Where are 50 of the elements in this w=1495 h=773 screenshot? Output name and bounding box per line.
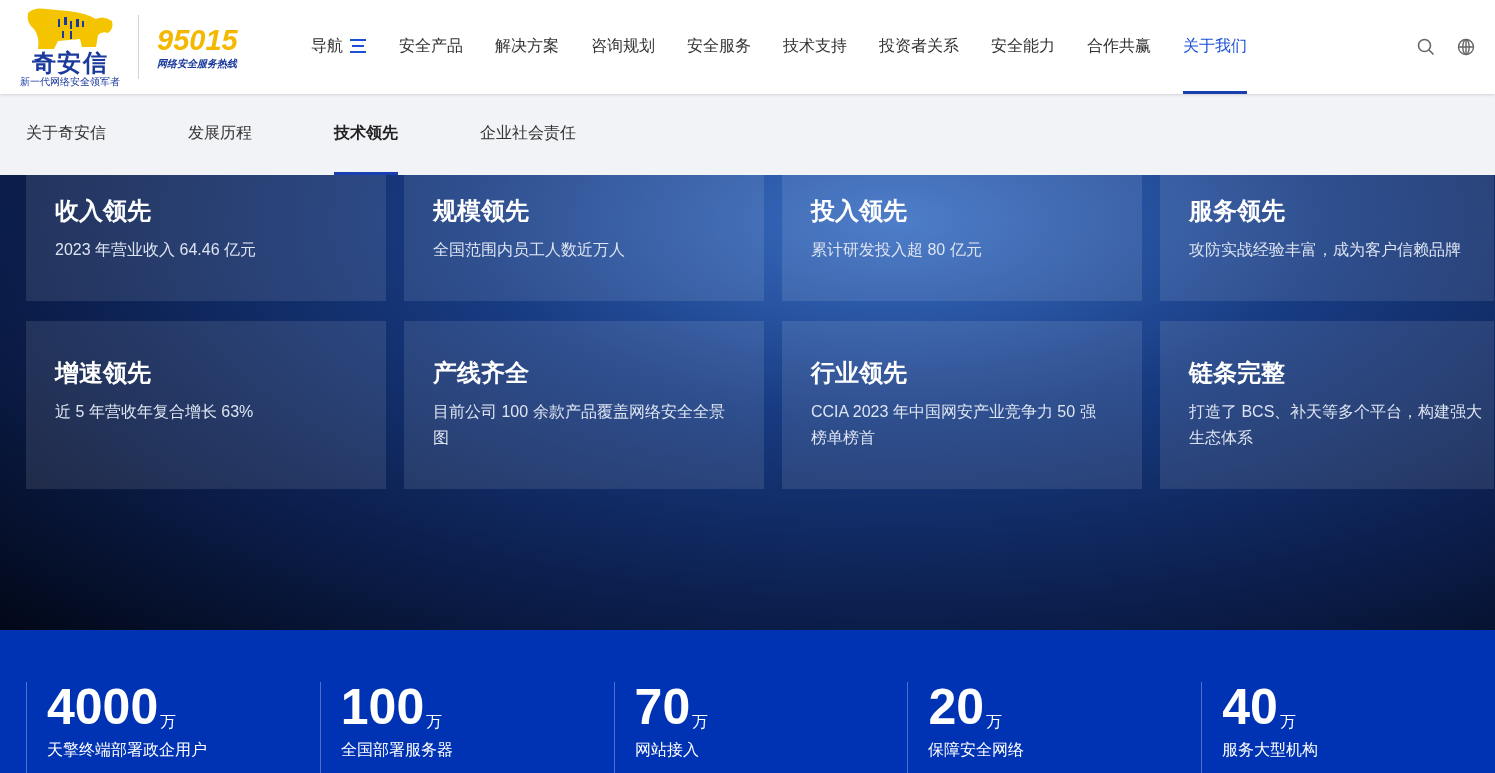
stat-value: 100: [340, 682, 425, 732]
nav-link[interactable]: 安全能力: [991, 0, 1055, 94]
logo-text: 奇安信: [32, 51, 108, 75]
stat-value: 20: [928, 682, 984, 732]
stat-value: 70: [634, 682, 691, 732]
card-title: 增速领先: [55, 358, 152, 388]
nav-link[interactable]: 导航: [311, 0, 367, 94]
stat-unit: 万: [426, 712, 443, 732]
card-text: 全国范围内员工人数近万人: [433, 240, 626, 260]
stat-label: 服务大型机构: [1222, 740, 1320, 760]
card-text: 2023 年营业收入 64.46 亿元: [55, 240, 257, 260]
subnav-tab[interactable]: 企业社会责任: [480, 94, 576, 175]
card-text: 近 5 年营收年复合增长 63%: [55, 402, 255, 422]
stat-label: 保障安全网络: [928, 740, 1026, 760]
card-title: 收入领先: [55, 196, 152, 226]
stat-label: 网站接入: [634, 740, 700, 760]
stat-unit: 万: [986, 712, 1002, 732]
logo-slogan: 新一代网络安全领军者: [20, 77, 120, 87]
card-title: 投入领先: [811, 196, 908, 226]
card-title: 行业领先: [811, 358, 908, 388]
search-icon[interactable]: [1417, 38, 1435, 56]
card-text: 打造了 BCS、补天等多个平台，构建强大生态体系: [1189, 402, 1484, 448]
nav-link[interactable]: 投资者关系: [879, 0, 959, 94]
card-title: 链条完整: [1189, 358, 1286, 388]
stat-label: 全国部署服务器: [340, 740, 454, 760]
nav-link[interactable]: 技术支持: [783, 0, 847, 94]
card-text: 累计研发投入超 80 亿元: [811, 240, 983, 260]
nav-link[interactable]: 安全产品: [399, 0, 463, 94]
card-text: 目前公司 100 余款产品覆盖网络安全全景图: [433, 402, 726, 448]
stat-unit: 万: [692, 712, 709, 732]
menu-icon: [349, 37, 367, 54]
nav-link[interactable]: 解决方案: [495, 0, 559, 94]
card-title: 产线齐全: [433, 358, 530, 388]
nav-link[interactable]: 合作共赢: [1087, 0, 1151, 94]
nav-link[interactable]: 安全服务: [687, 0, 751, 94]
hotline-number: 95015: [157, 25, 239, 55]
card-text: CCIA 2023 年中国网安产业竞争力 50 强榜单榜首: [811, 402, 1097, 448]
stat-unit: 万: [160, 712, 177, 732]
card-title: 服务领先: [1189, 196, 1286, 226]
nav-link[interactable]: 咨询规划: [591, 0, 655, 94]
card-title: 规模领先: [433, 196, 530, 226]
card-text: 攻防实战经验丰富，成为客户信赖品牌: [1189, 240, 1462, 260]
subnav-tab[interactable]: 发展历程: [188, 94, 252, 175]
hotline-label: 网络安全服务热线: [157, 58, 239, 69]
globe-icon[interactable]: [1457, 38, 1475, 56]
subnav-tab[interactable]: 关于奇安信: [26, 94, 106, 175]
stat-value: 40: [1222, 682, 1278, 732]
stat-label: 天擎终端部署政企用户: [47, 740, 208, 760]
stat-unit: 万: [1279, 712, 1296, 732]
stat-value: 4000: [47, 682, 159, 732]
